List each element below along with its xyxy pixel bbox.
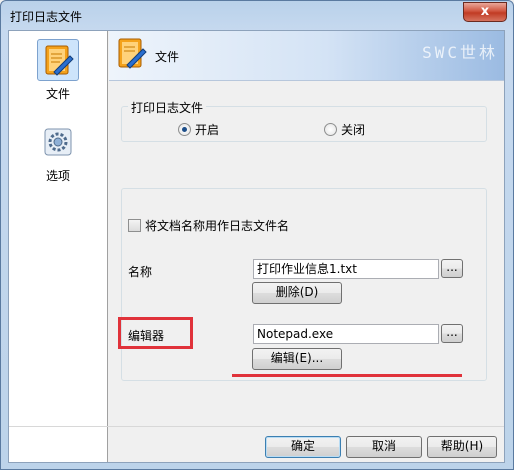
edit-button[interactable]: 编辑(E)... — [252, 348, 342, 370]
group-legend: 打印日志文件 — [128, 99, 207, 116]
checkbox-box — [128, 219, 141, 232]
footer-separator — [9, 426, 504, 427]
name-label: 名称 — [128, 265, 153, 279]
editor-browse-button[interactable]: ... — [441, 324, 463, 343]
radio-on-label: 开启 — [195, 123, 220, 137]
use-doc-name-label: 将文档名称用作日志文件名 — [145, 219, 290, 233]
sidebar-item-label: 选项 — [45, 169, 70, 183]
radio-off[interactable]: 关闭 — [324, 121, 365, 138]
radio-dot — [178, 123, 191, 136]
sidebar-item-label: 文件 — [45, 87, 70, 101]
help-button[interactable]: 帮助(H) — [427, 436, 497, 458]
ok-button[interactable]: 确定 — [265, 436, 341, 458]
close-icon: x — [480, 4, 490, 19]
cancel-button[interactable]: 取消 — [346, 436, 422, 458]
name-browse-button[interactable]: ... — [441, 259, 463, 278]
editor-highlight-box — [118, 317, 193, 349]
notebook-pen-icon — [37, 39, 79, 81]
sidebar-item-file[interactable]: 文件 — [15, 39, 101, 109]
radio-off-label: 关闭 — [341, 123, 366, 137]
dialog-window: 打印日志文件 x 文件 选项 文件 SWC世林 打印日志文件 开启 关闭 将文档… — [0, 0, 514, 470]
panel-title: 文件 — [155, 50, 180, 64]
name-input[interactable]: 打印作业信息1.txt — [253, 259, 439, 279]
use-doc-name-checkbox[interactable]: 将文档名称用作日志文件名 — [128, 217, 289, 234]
log-file-group: 打印日志文件 开启 关闭 — [121, 99, 487, 142]
window-title: 打印日志文件 — [10, 10, 83, 24]
delete-button[interactable]: 删除(D) — [252, 282, 342, 304]
notebook-pen-icon — [113, 35, 149, 74]
brand-watermark: SWC世林 — [422, 43, 498, 62]
close-button[interactable]: x — [463, 2, 507, 22]
sidebar-item-options[interactable]: 选项 — [15, 121, 101, 191]
options-group: 将文档名称用作日志文件名 名称 打印作业信息1.txt ... 删除(D) 编辑… — [121, 188, 487, 381]
edit-button-underline — [232, 374, 462, 377]
radio-dot — [324, 123, 337, 136]
sidebar: 文件 选项 — [9, 31, 108, 462]
main-panel: 文件 SWC世林 打印日志文件 开启 关闭 将文档名称用作日志文件名 名称 打印… — [109, 31, 504, 462]
editor-input[interactable]: Notepad.exe — [253, 324, 439, 344]
dialog-client: 文件 选项 文件 SWC世林 打印日志文件 开启 关闭 将文档名称用作日志文件名… — [8, 30, 505, 463]
settings-gear-icon — [37, 121, 79, 163]
panel-header: 文件 SWC世林 — [109, 31, 504, 81]
radio-on[interactable]: 开启 — [178, 121, 219, 138]
title-bar[interactable]: 打印日志文件 x — [1, 1, 513, 29]
